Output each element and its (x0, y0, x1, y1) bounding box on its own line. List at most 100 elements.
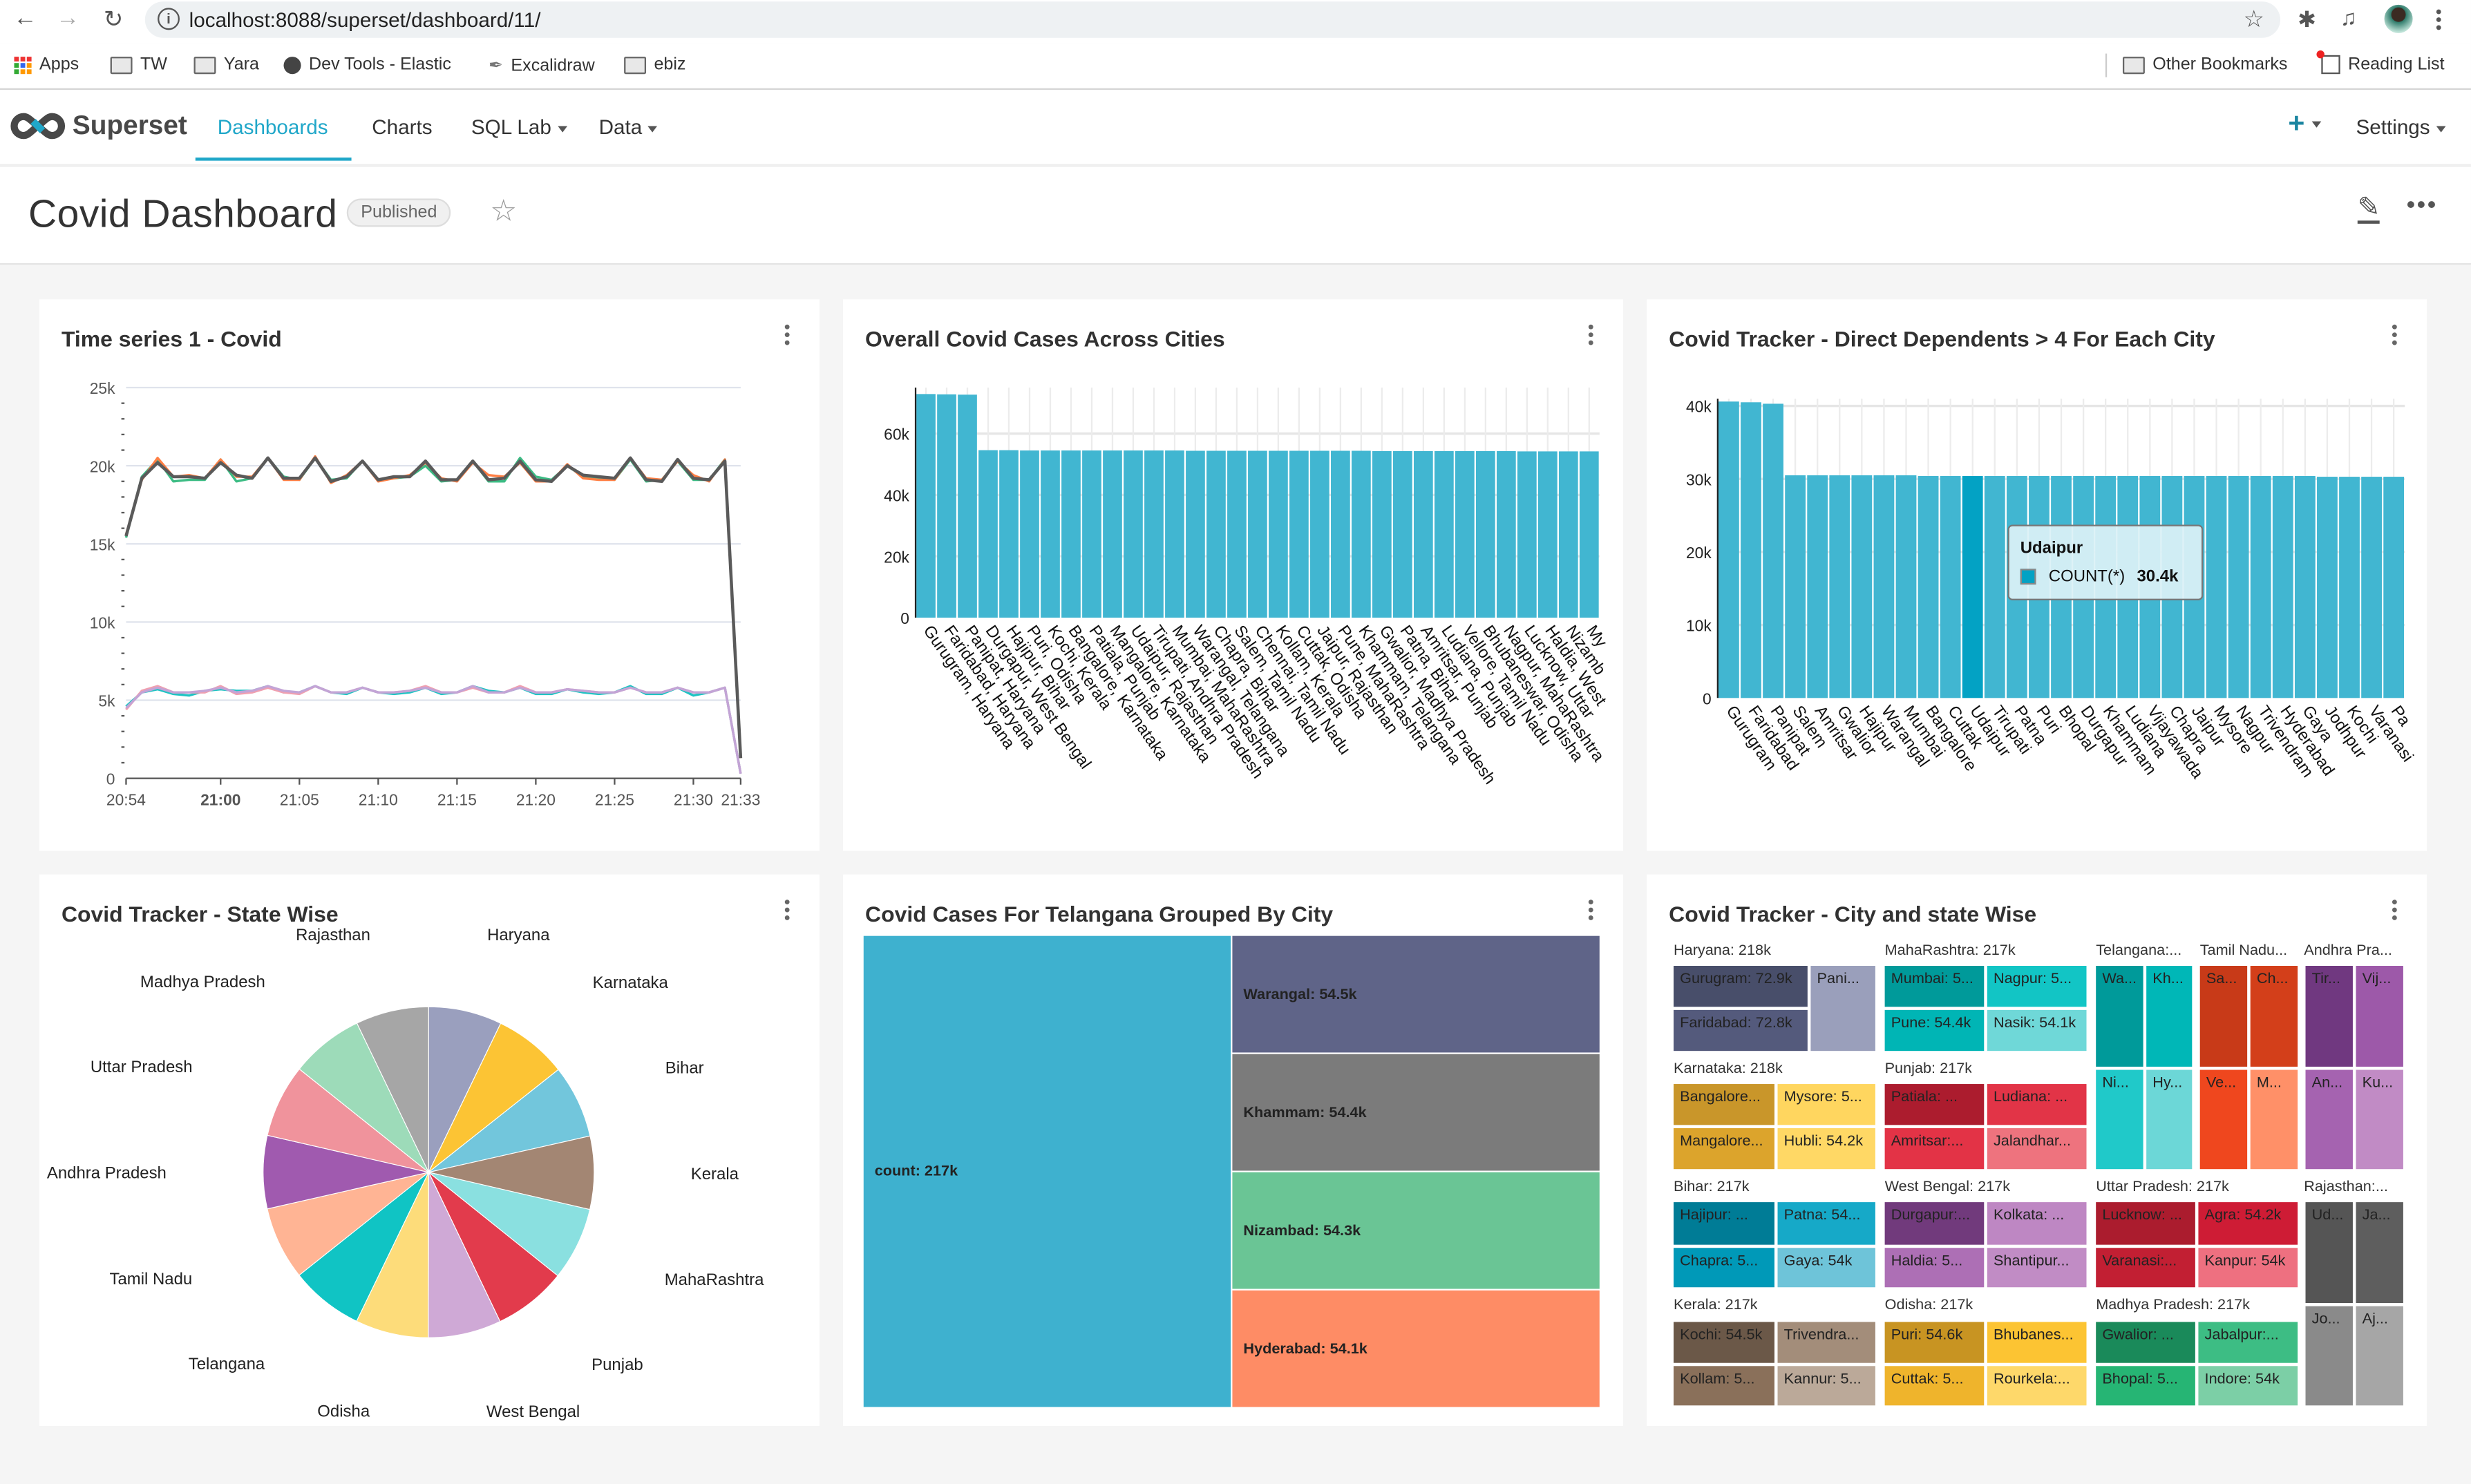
cell-label: Indore: 54k (2204, 1371, 2280, 1389)
treemap-cell[interactable]: Vij... (2356, 966, 2403, 1067)
new-plus-button[interactable]: + (2288, 107, 2321, 140)
treemap-cell[interactable]: Trivendra... (1777, 1322, 1875, 1363)
bookmark-apps[interactable]: Apps (14, 55, 79, 74)
bookmark-dev-tools-elastic[interactable]: Dev Tools - Elastic (283, 55, 451, 74)
chart-menu-icon[interactable] (1582, 900, 1598, 923)
reading-list[interactable]: Reading List (2316, 50, 2445, 75)
nav-sql-lab[interactable]: SQL Lab (471, 115, 567, 139)
treemap-cell[interactable]: Kannur: 5... (1777, 1366, 1875, 1406)
treemap-cell[interactable]: Bangalore... (1673, 1084, 1774, 1125)
treemap-cell[interactable]: Kochi: 54.5k (1673, 1322, 1774, 1363)
treemap-cell[interactable]: Cuttak: 5... (1884, 1366, 1985, 1406)
treemap-cell[interactable]: Ni... (2096, 1069, 2143, 1170)
treemap-cell[interactable]: Sa... (2199, 966, 2248, 1067)
settings-menu[interactable]: Settings (2356, 115, 2446, 139)
treemap-cell[interactable]: Patiala: ... (1884, 1084, 1985, 1125)
treemap-cell[interactable]: Aj... (2356, 1306, 2403, 1406)
nav-charts[interactable]: Charts (372, 115, 432, 138)
treemap-cell[interactable]: Gurugram: 72.9k (1673, 966, 1808, 1007)
pie-label: Andhra Pradesh (47, 1164, 167, 1183)
treemap-root[interactable]: count: 217k (863, 935, 1231, 1407)
favorite-star-icon[interactable]: ☆ (490, 194, 517, 230)
nav-dashboards[interactable]: Dashboards (218, 115, 328, 138)
treemap-cell[interactable]: Puri: 54.6k (1884, 1322, 1985, 1363)
treemap-cell[interactable]: Hajipur: ... (1673, 1202, 1774, 1245)
treemap-cell[interactable]: Ud... (2305, 1202, 2353, 1304)
treemap-cell[interactable]: Warangal: 54.5k (1232, 935, 1600, 1053)
reload-icon[interactable]: ↻ (97, 5, 129, 33)
cell-label: Ch... (2256, 970, 2289, 988)
superset-logo[interactable]: Superset (10, 111, 187, 142)
treemap-cell[interactable]: Pani... (1810, 966, 1875, 1052)
treemap-cell[interactable]: Tir... (2305, 966, 2353, 1067)
treemap-cell[interactable]: An... (2305, 1069, 2353, 1170)
tooltip-swatch (2020, 569, 2036, 585)
treemap-cell[interactable]: Lucknow: ... (2096, 1202, 2195, 1245)
treemap-cell[interactable]: Bhubanes... (1987, 1322, 2087, 1363)
treemap-cell[interactable]: Patna: 54... (1777, 1202, 1875, 1245)
treemap-cell[interactable]: Gaya: 54k (1777, 1248, 1875, 1288)
treemap-cell[interactable]: Rourkela:... (1987, 1366, 2087, 1406)
address-bar[interactable]: i localhost:8088/superset/dashboard/11/ … (144, 1, 2281, 38)
extensions-icon[interactable]: ✱ (2298, 6, 2316, 33)
treemap-cell[interactable]: Gwalior: ... (2096, 1322, 2195, 1363)
pie-label: Punjab (591, 1355, 643, 1374)
timeseries-chart: 0 5k 10k 15k 20k 25k 20:54 21:00 21:05 21:10 21:15… (90, 379, 761, 808)
treemap-cell[interactable]: Jabalpur:... (2198, 1322, 2298, 1363)
treemap-cell[interactable]: Ve... (2199, 1069, 2248, 1170)
bookmark-ebiz[interactable]: ebiz (624, 55, 685, 74)
treemap-cell[interactable]: Haldia: 5... (1884, 1248, 1985, 1288)
treemap-cell[interactable]: Agra: 54.2k (2198, 1202, 2298, 1245)
other-bookmarks[interactable]: Other Bookmarks (2122, 55, 2288, 74)
treemap-cell[interactable]: Shantipur... (1987, 1248, 2087, 1288)
treemap-cell[interactable]: Nagpur: 5... (1987, 966, 2087, 1007)
treemap-cell[interactable]: Ja... (2356, 1202, 2403, 1304)
treemap-cell[interactable]: Pune: 54.4k (1884, 1009, 1985, 1052)
treemap-cell[interactable]: Mumbai: 5... (1884, 966, 1985, 1007)
forward-icon[interactable]: → (52, 5, 84, 32)
more-options-icon[interactable]: ••• (2406, 192, 2437, 220)
treemap-cell[interactable]: M... (2250, 1069, 2298, 1170)
treemap-cell[interactable]: Durgapur:... (1884, 1202, 1985, 1245)
published-badge[interactable]: Published (346, 198, 451, 227)
treemap-cell[interactable]: Indore: 54k (2198, 1366, 2298, 1406)
treemap-cell[interactable]: Mysore: 5... (1777, 1084, 1875, 1125)
treemap-cell[interactable]: Kh... (2146, 966, 2193, 1067)
cell-label: Ve... (2206, 1074, 2237, 1092)
treemap-cell[interactable]: Ch... (2250, 966, 2298, 1067)
edit-pencil-icon[interactable]: ✎ (2357, 194, 2380, 224)
bookmark-yara[interactable]: Yara (193, 55, 259, 74)
treemap-cell[interactable]: Hubli: 54.2k (1777, 1128, 1875, 1170)
treemap-cell[interactable]: Nasik: 54.1k (1987, 1009, 2087, 1052)
treemap-cell[interactable]: Khammam: 54.4k (1232, 1054, 1600, 1171)
back-icon[interactable]: ← (10, 5, 41, 32)
treemap-cell[interactable]: Chapra: 5... (1673, 1248, 1774, 1288)
dashboard-title[interactable]: Covid Dashboard (28, 192, 337, 238)
url-text[interactable]: localhost:8088/superset/dashboard/11/ (189, 8, 541, 31)
treemap-cell[interactable]: Ku... (2356, 1069, 2403, 1170)
media-control-icon[interactable]: ♫ (2340, 5, 2357, 30)
bookmark-excalidraw[interactable]: ✒ Excalidraw (489, 55, 595, 76)
treemap-cell[interactable]: Varanasi:... (2096, 1248, 2195, 1288)
treemap-cell[interactable]: Wa... (2096, 966, 2143, 1067)
bookmark-tw[interactable]: TW (110, 55, 167, 74)
treemap-cell[interactable]: Hyderabad: 54.1k (1232, 1290, 1600, 1407)
treemap-cell[interactable]: Ludiana: ... (1987, 1084, 2087, 1125)
treemap-cell[interactable]: Hy... (2146, 1069, 2193, 1170)
nav-data[interactable]: Data (599, 115, 659, 139)
treemap-cell[interactable]: Nizambad: 54.3k (1232, 1172, 1600, 1289)
treemap-cell[interactable]: Jalandhar... (1987, 1128, 2087, 1170)
treemap-cell[interactable]: Amritsar:... (1884, 1128, 1985, 1170)
treemap-cell[interactable]: Kanpur: 54k (2198, 1248, 2298, 1288)
info-icon[interactable]: i (158, 8, 180, 30)
treemap-cell[interactable]: Bhopal: 5... (2096, 1366, 2195, 1406)
profile-avatar[interactable] (2384, 4, 2413, 33)
treemap-cell[interactable]: Jo... (2305, 1306, 2353, 1406)
browser-menu-icon[interactable] (2436, 9, 2441, 30)
bookmark-star-icon[interactable]: ☆ (2244, 5, 2265, 33)
treemap-cell[interactable]: Faridabad: 72.8k (1673, 1009, 1808, 1052)
bar (1455, 450, 1475, 618)
treemap-cell[interactable]: Kollam: 5... (1673, 1366, 1774, 1406)
treemap-cell[interactable]: Mangalore... (1673, 1128, 1774, 1170)
treemap-cell[interactable]: Kolkata: ... (1987, 1202, 2087, 1245)
